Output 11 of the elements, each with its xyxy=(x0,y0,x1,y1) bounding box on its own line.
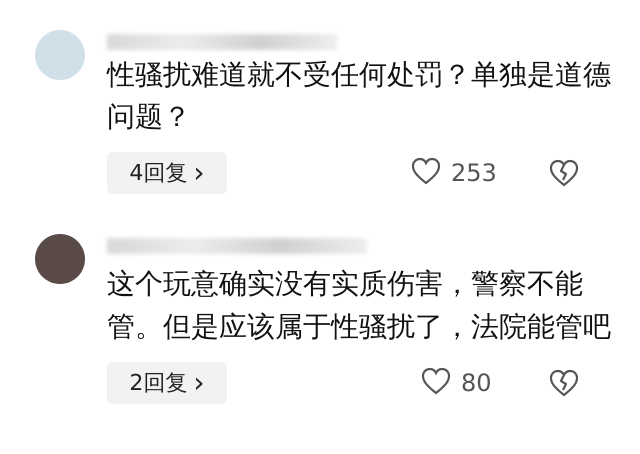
like-count: 80 xyxy=(461,369,493,397)
replies-button[interactable]: 2回复 › xyxy=(107,362,227,404)
broken-heart-icon[interactable] xyxy=(549,159,579,187)
heart-icon[interactable] xyxy=(421,367,451,395)
avatar[interactable] xyxy=(35,234,85,284)
replies-button[interactable]: 4回复 › xyxy=(107,152,227,194)
comment-text: 性骚扰难道就不受任何处罚？单独是道德问题？ xyxy=(107,57,612,135)
like-count: 253 xyxy=(451,159,498,187)
comment-text: 这个玩意确实没有实质伤害，警察不能管。但是应该属于性骚扰了，法院能管吧 xyxy=(107,266,612,345)
heart-icon[interactable] xyxy=(411,157,441,185)
broken-heart-icon[interactable] xyxy=(549,369,579,397)
